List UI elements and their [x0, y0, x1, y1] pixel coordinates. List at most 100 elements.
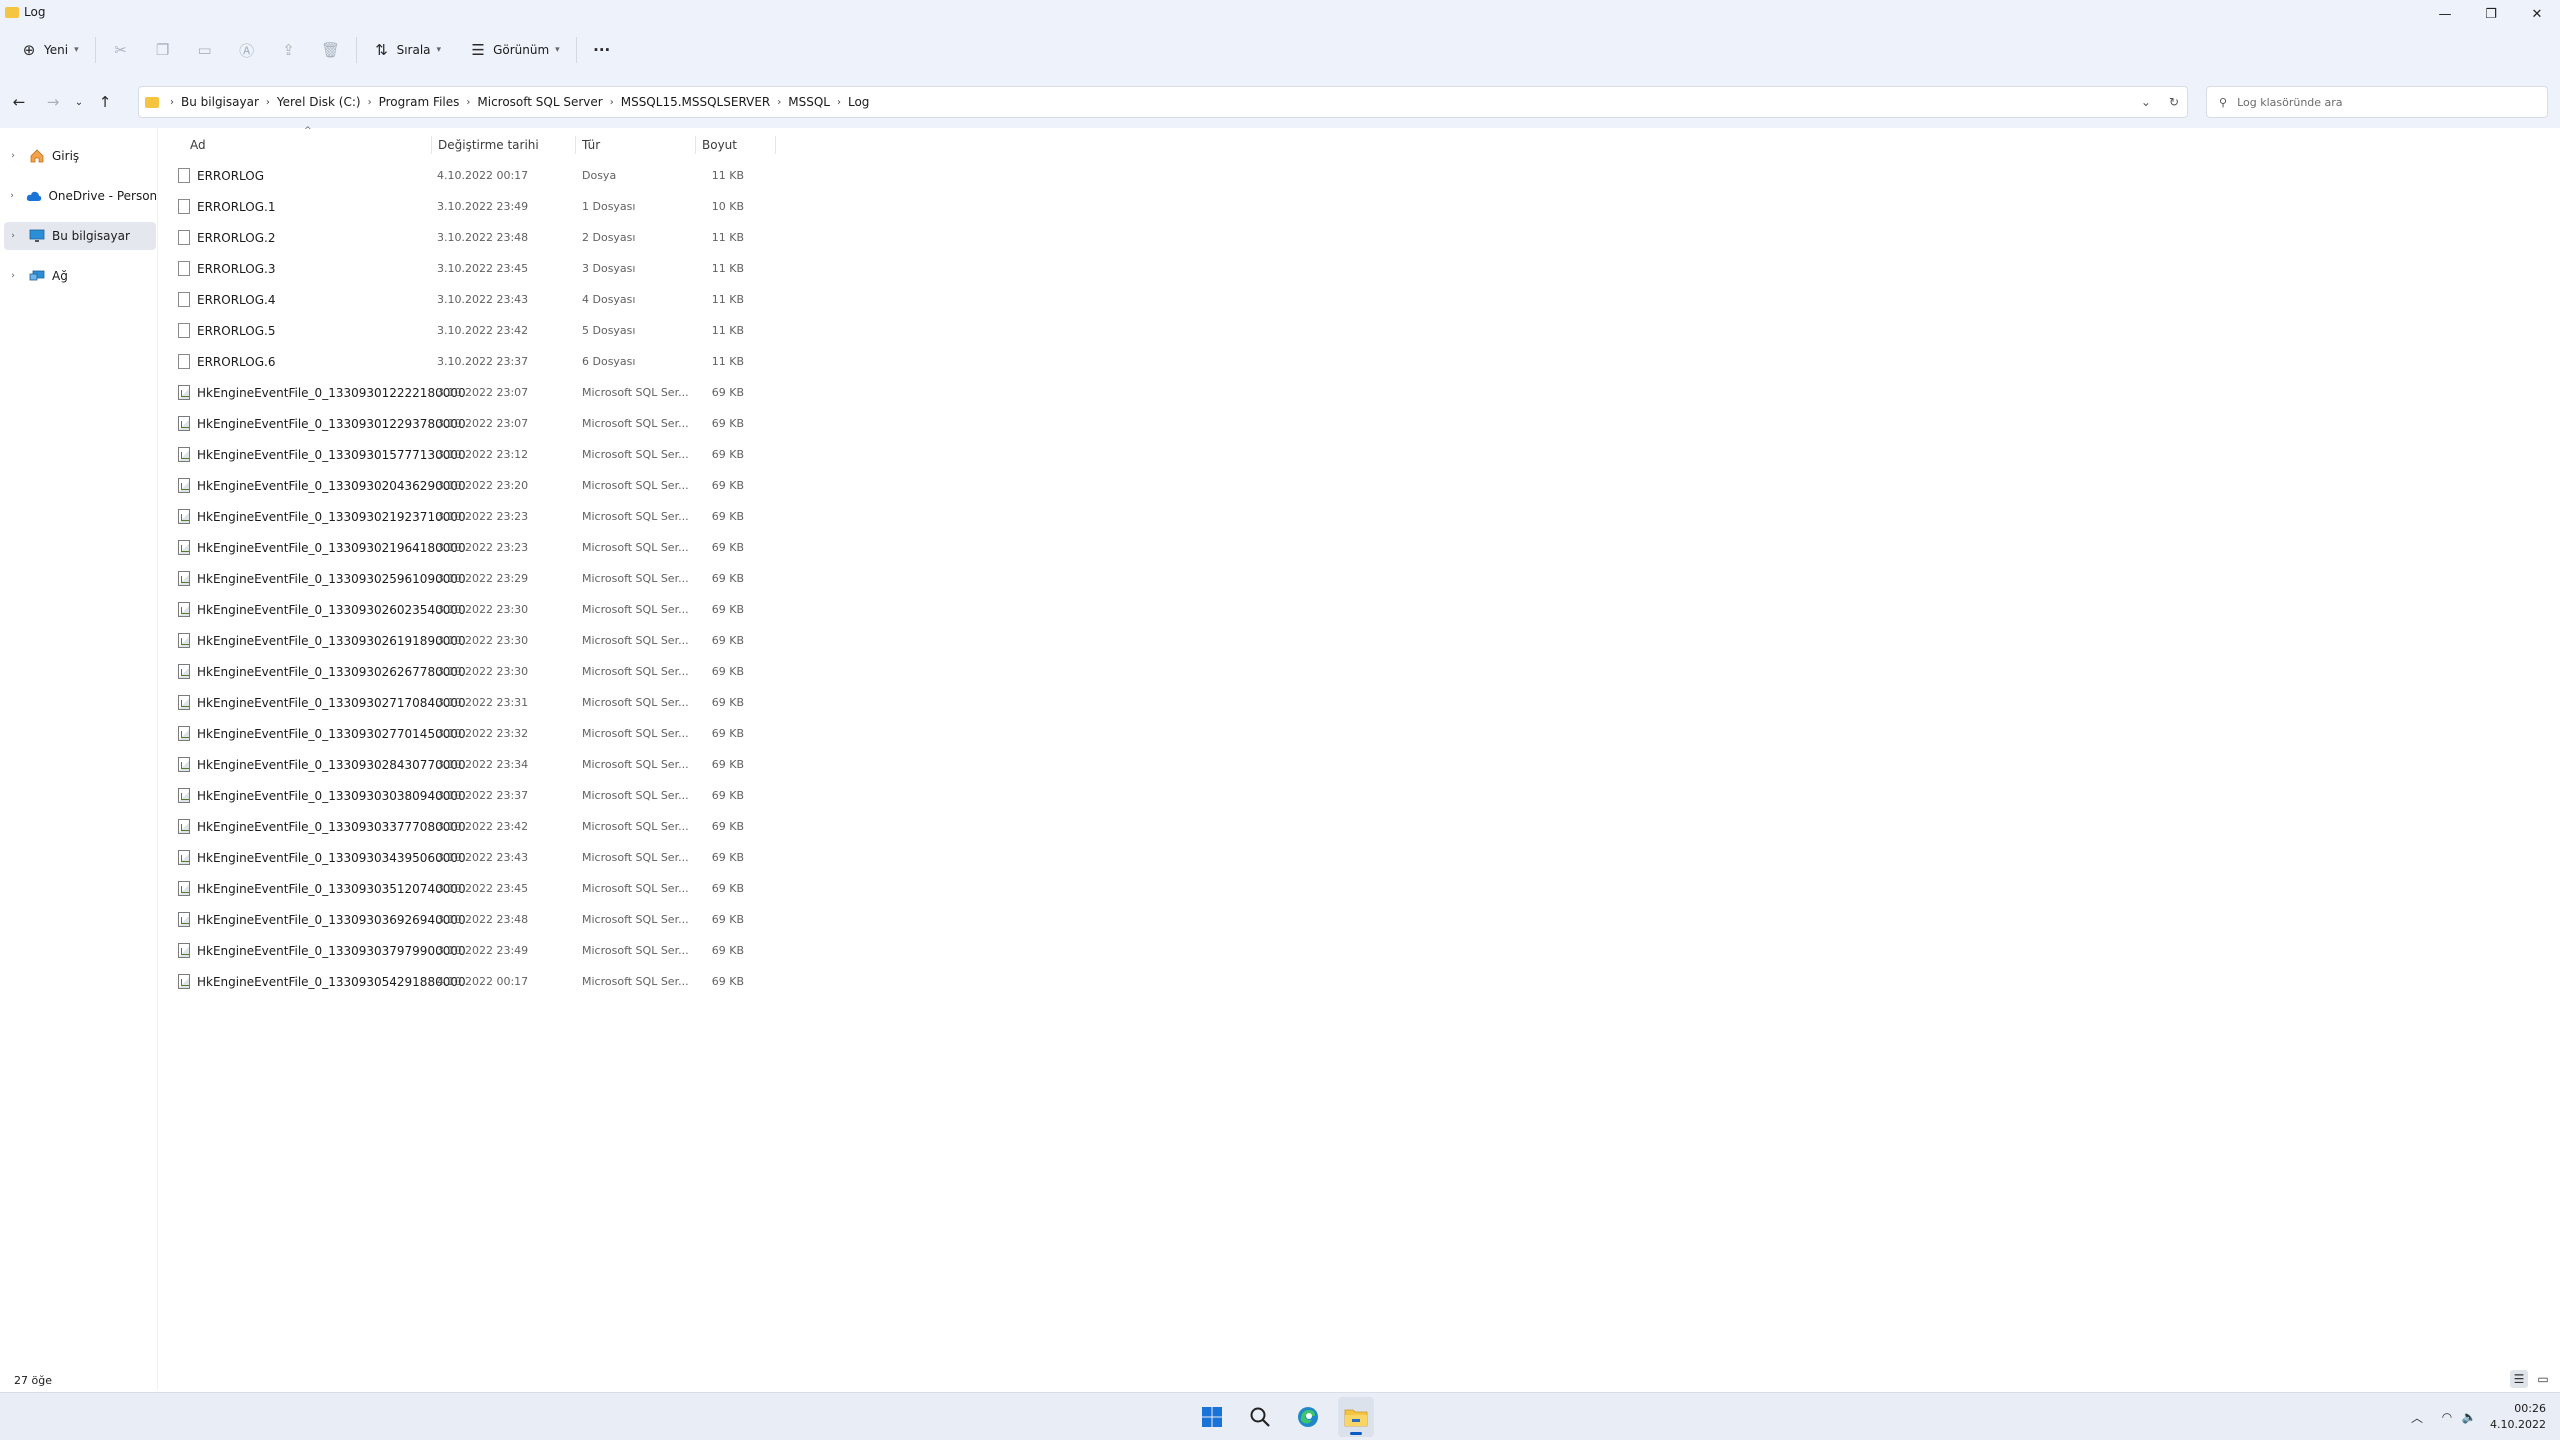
address-bar[interactable]: › Bu bilgisayar › Yerel Disk (C:) › Prog… [138, 86, 2188, 118]
file-date: 3.10.2022 23:30 [437, 665, 529, 678]
file-row[interactable]: HkEngineEventFile_0_133093025961090000 3.… [174, 563, 778, 594]
file-row[interactable]: HkEngineEventFile_0_133093026023540000 3.… [174, 594, 778, 625]
column-header-name[interactable]: Ad [178, 134, 432, 156]
search-box[interactable]: ⚲ Log klasöründe ara [2206, 86, 2548, 118]
list-view-icon: ☰ [471, 41, 485, 59]
search-button[interactable] [1242, 1397, 1278, 1437]
start-button[interactable] [1194, 1397, 1230, 1437]
file-row[interactable]: HkEngineEventFile_0_133093015777130000 3.… [174, 439, 778, 470]
file-row[interactable]: ERRORLOG.2 3.10.2022 23:48 2 Dosyası 11 KB [174, 222, 778, 253]
file-row[interactable]: ERRORLOG.5 3.10.2022 23:42 5 Dosyası 11 KB [174, 315, 778, 346]
file-row[interactable]: HkEngineEventFile_0_133093054291880000 4.… [174, 966, 778, 997]
nav-item-network[interactable]: › Ağ [4, 262, 156, 290]
file-type: Dosya [582, 169, 617, 182]
column-divider[interactable] [775, 136, 776, 154]
file-row[interactable]: HkEngineEventFile_0_133093030380940000 3.… [174, 780, 778, 811]
file-row[interactable]: HkEngineEventFile_0_133093026267780000 3.… [174, 656, 778, 687]
address-actions: ⌄ ↻ [2141, 87, 2179, 117]
file-type: 1 Dosyası [582, 200, 636, 213]
file-row[interactable]: ERRORLOG.6 3.10.2022 23:37 6 Dosyası 11 KB [174, 346, 778, 377]
file-name: HkEngineEventFile_0_133093035120740000 [197, 881, 466, 896]
file-row[interactable]: HkEngineEventFile_0_133093026191890000 3.… [174, 625, 778, 656]
nav-item-onedrive[interactable]: › OneDrive - Personal [4, 182, 156, 210]
refresh-button[interactable]: ↻ [2169, 95, 2179, 109]
breadcrumb-item[interactable]: Program Files [379, 95, 460, 109]
breadcrumb-item[interactable]: Yerel Disk (C:) [277, 95, 361, 109]
file-row[interactable]: HkEngineEventFile_0_133093028430770000 3.… [174, 749, 778, 780]
file-type: Microsoft SQL Ser... [582, 851, 689, 864]
file-row[interactable]: HkEngineEventFile_0_133093034395060000 3.… [174, 842, 778, 873]
file-name-cell: HkEngineEventFile_0_133093033777080000 [178, 819, 466, 834]
file-row[interactable]: ERRORLOG.1 3.10.2022 23:49 1 Dosyası 10 KB [174, 191, 778, 222]
file-row[interactable]: HkEngineEventFile_0_133093020436290000 3.… [174, 470, 778, 501]
file-row[interactable]: HkEngineEventFile_0_133093036926940000 3.… [174, 904, 778, 935]
chevron-right-icon[interactable]: › [4, 271, 22, 281]
rename-button[interactable]: Ⓐ [232, 34, 262, 66]
column-header-date[interactable]: Değiştirme tarihi [432, 134, 576, 156]
breadcrumb-item[interactable]: Log [848, 95, 869, 109]
chevron-right-icon[interactable]: › [4, 231, 22, 241]
recent-locations-button[interactable]: ⌄ [70, 85, 88, 119]
column-header-size[interactable]: Boyut [696, 134, 776, 156]
nav-item-home[interactable]: › Giriş [4, 142, 156, 170]
share-button[interactable]: ⇪ [274, 34, 304, 66]
file-row[interactable]: HkEngineEventFile_0_133093037979900000 3.… [174, 935, 778, 966]
breadcrumb-item[interactable]: MSSQL [788, 95, 830, 109]
file-size: 69 KB [711, 944, 744, 957]
delete-button[interactable]: 🗑 [316, 34, 346, 66]
more-icon: ··· [593, 41, 611, 59]
breadcrumb-item[interactable]: Bu bilgisayar [181, 95, 259, 109]
nav-item-this-pc[interactable]: › Bu bilgisayar [4, 222, 156, 250]
file-row[interactable]: HkEngineEventFile_0_133093027170840000 3.… [174, 687, 778, 718]
trash-icon: 🗑 [321, 41, 341, 59]
address-history-button[interactable]: ⌄ [2141, 95, 2151, 109]
chevron-right-icon[interactable]: › [4, 191, 20, 201]
back-button[interactable]: ← [2, 85, 36, 119]
share-icon: ⇪ [282, 41, 295, 59]
file-row[interactable]: HkEngineEventFile_0_133093021923710000 3.… [174, 501, 778, 532]
volume-icon[interactable]: 🔈 [2458, 1410, 2480, 1424]
up-button[interactable]: ↑ [88, 85, 122, 119]
forward-button[interactable]: → [36, 85, 70, 119]
breadcrumb-item[interactable]: MSSQL15.MSSQLSERVER [621, 95, 771, 109]
file-row[interactable]: ERRORLOG 4.10.2022 00:17 Dosya 11 KB [174, 160, 778, 191]
file-size: 11 KB [711, 262, 744, 275]
wifi-icon[interactable]: ◠ [2436, 1410, 2458, 1424]
file-row[interactable]: HkEngineEventFile_0_133093027701450000 3.… [174, 718, 778, 749]
sql-file-icon [178, 850, 190, 865]
file-name: HkEngineEventFile_0_133093034395060000 [197, 850, 466, 865]
details-view-button[interactable]: ☰ [2510, 1370, 2528, 1388]
more-button[interactable]: ··· [587, 34, 617, 66]
file-name-cell: HkEngineEventFile_0_133093028430770000 [178, 757, 466, 772]
file-row[interactable]: HkEngineEventFile_0_133093021964180000 3.… [174, 532, 778, 563]
file-explorer-button[interactable] [1338, 1397, 1374, 1437]
chevron-down-icon: ▾ [74, 45, 79, 55]
file-date: 3.10.2022 23:23 [437, 510, 529, 523]
chevron-right-icon[interactable]: › [4, 151, 22, 161]
breadcrumb-item[interactable]: Microsoft SQL Server [477, 95, 602, 109]
file-date: 3.10.2022 23:29 [437, 572, 529, 585]
paste-button[interactable]: ▭ [190, 34, 220, 66]
sql-file-icon [178, 478, 190, 493]
file-name-cell: HkEngineEventFile_0_133093026191890000 [178, 633, 466, 648]
file-name: ERRORLOG.4 [197, 292, 276, 307]
file-row[interactable]: ERRORLOG.3 3.10.2022 23:45 3 Dosyası 11 KB [174, 253, 778, 284]
file-row[interactable]: HkEngineEventFile_0_133093033777080000 3.… [174, 811, 778, 842]
file-size: 69 KB [711, 572, 744, 585]
file-row[interactable]: HkEngineEventFile_0_133093012222180000 3.… [174, 377, 778, 408]
edge-button[interactable] [1290, 1397, 1326, 1437]
large-icons-view-button[interactable]: ▭ [2534, 1370, 2552, 1388]
file-row[interactable]: HkEngineEventFile_0_133093035120740000 3.… [174, 873, 778, 904]
column-header-type[interactable]: Tür [576, 134, 696, 156]
new-button[interactable]: ⊕ Yeni ▾ [14, 34, 85, 66]
copy-button[interactable]: ❐ [148, 34, 178, 66]
chevron-up-icon[interactable]: ︿ [2406, 1409, 2428, 1426]
file-date: 3.10.2022 23:49 [437, 200, 529, 213]
cut-button[interactable]: ✂ [106, 34, 136, 66]
view-button[interactable]: ☰ Görünüm ▾ [463, 34, 566, 66]
file-type: Microsoft SQL Ser... [582, 448, 689, 461]
sort-button[interactable]: ⇅ Sırala ▾ [367, 34, 447, 66]
file-row[interactable]: ERRORLOG.4 3.10.2022 23:43 4 Dosyası 11 KB [174, 284, 778, 315]
file-row[interactable]: HkEngineEventFile_0_133093012293780000 3.… [174, 408, 778, 439]
clock[interactable]: 00:26 4.10.2022 [2490, 1401, 2546, 1433]
